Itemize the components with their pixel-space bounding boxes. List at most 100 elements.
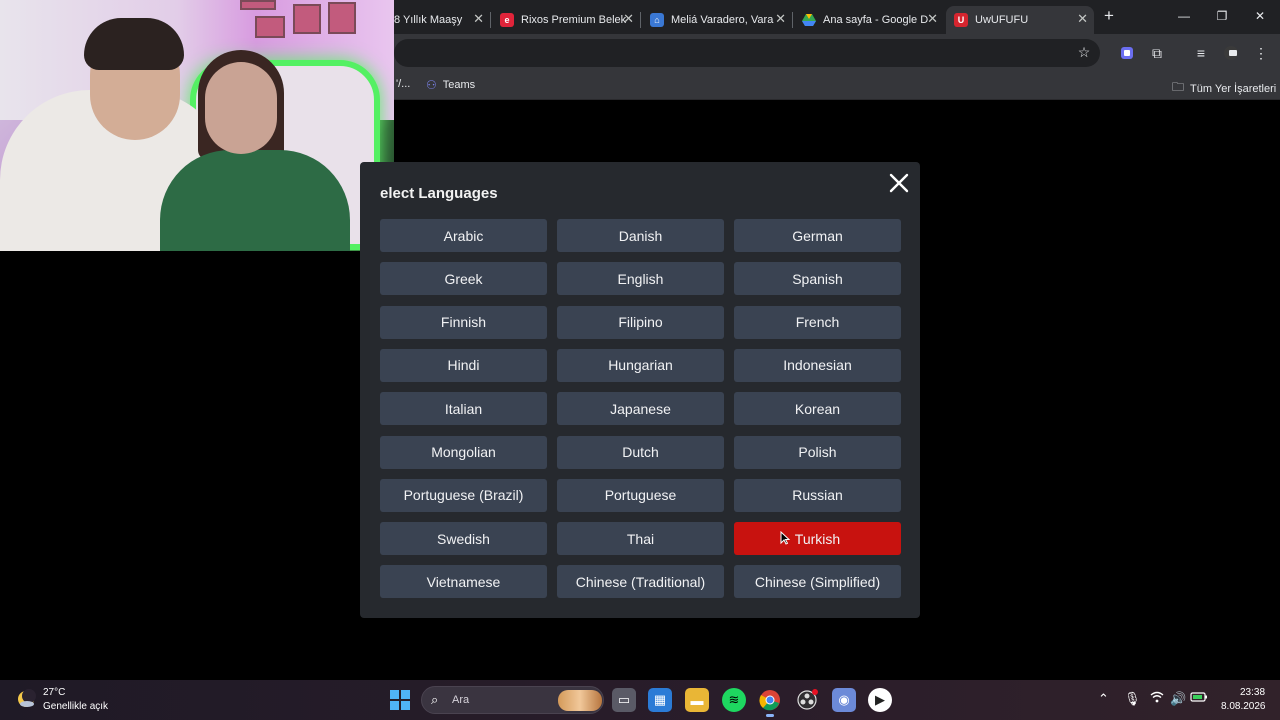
language-button-turkish[interactable]: Turkish (734, 522, 901, 556)
close-window-icon[interactable]: ✕ (1250, 6, 1270, 26)
select-languages-modal: elect Languages Arabic Danish German Greek E… (360, 162, 920, 618)
tab-5-active[interactable]: U UwUFUFU ✕ (946, 6, 1094, 34)
chrome-icon[interactable] (758, 688, 782, 717)
close-icon[interactable]: ✕ (473, 11, 484, 27)
language-button-italian[interactable]: Italian (380, 392, 547, 426)
weather-description: Genellikle açık (43, 701, 109, 712)
uwufufu-icon: U (954, 13, 968, 27)
close-icon[interactable]: ✕ (775, 11, 786, 27)
language-button-chinese-simplified[interactable]: Chinese (Simplified) (734, 565, 901, 599)
language-button-thai[interactable]: Thai (557, 522, 724, 556)
show-hidden-icons-chevron-icon[interactable]: ⌃ (1098, 691, 1109, 707)
wall-frame (328, 2, 356, 34)
tab-title: Rixos Premium Belek (521, 14, 627, 26)
bookmark-item[interactable]: '/... (396, 78, 410, 90)
star-icon[interactable]: ☆ (1075, 43, 1093, 61)
microphone-icon[interactable]: 🎙 (1124, 691, 1141, 707)
language-button-greek[interactable]: Greek (380, 262, 547, 296)
webcam-overlay (0, 0, 394, 251)
language-button-russian[interactable]: Russian (734, 478, 901, 512)
mouse-cursor-icon (780, 530, 791, 545)
bookmark-label: Teams (442, 79, 476, 91)
volume-icon[interactable]: 🔊 (1170, 691, 1186, 707)
language-button-hindi[interactable]: Hindi (380, 348, 547, 382)
tab-title: Ana sayfa - Google D (823, 14, 929, 26)
windows-start-icon[interactable] (390, 690, 410, 710)
tab-title: Meliá Varadero, Vara (671, 14, 774, 26)
bookmark-label: '/... (396, 78, 411, 90)
language-button-dutch[interactable]: Dutch (557, 435, 724, 469)
file-explorer-icon[interactable]: ▬ (685, 688, 709, 712)
language-button-indonesian[interactable]: Indonesian (734, 348, 901, 382)
person-left-hair (84, 18, 184, 70)
language-button-polish[interactable]: Polish (734, 435, 901, 469)
search-placeholder: Ara (452, 694, 470, 706)
restore-icon[interactable]: ❐ (1212, 6, 1232, 26)
weather-moon-icon[interactable] (16, 689, 36, 709)
language-button-vietnamese[interactable]: Vietnamese (380, 565, 547, 599)
language-button-mongolian[interactable]: Mongolian (380, 435, 547, 469)
all-bookmarks-button[interactable]: 🗀 Tüm Yer İşaretleri (1172, 78, 1276, 99)
minimize-icon[interactable]: — (1174, 6, 1194, 26)
messenger-app-icon[interactable]: ◉ (832, 688, 856, 712)
close-icon[interactable]: ✕ (1077, 11, 1088, 27)
taskbar: 27°C Genellikle açık ⌕ Ara ▭ ▦ ▬ ≋ ◉ ▶ ⌃… (0, 680, 1280, 720)
language-button-japanese[interactable]: Japanese (557, 392, 724, 426)
language-button-portuguese[interactable]: Portuguese (557, 478, 724, 512)
tab-title: UwUFUFU (975, 14, 1029, 26)
language-button-portuguese-brazil[interactable]: Portuguese (Brazil) (380, 478, 547, 512)
language-button-danish[interactable]: Danish (557, 219, 724, 252)
obs-icon[interactable] (795, 688, 819, 712)
microsoft-store-icon[interactable]: ▦ (648, 688, 672, 712)
close-icon[interactable] (888, 172, 910, 194)
search-highlight-art (558, 690, 602, 711)
tab-separator (490, 12, 491, 28)
language-button-arabic[interactable]: Arabic (380, 219, 547, 252)
spotify-icon[interactable]: ≋ (722, 688, 746, 712)
menu-kebab-icon[interactable]: ⋮ (1252, 44, 1270, 62)
media-control-icon[interactable]: ≡ (1192, 44, 1210, 62)
media-player-icon[interactable]: ▶ (868, 688, 892, 712)
tab-3[interactable]: ⌂ Meliá Varadero, Vara ✕ (642, 6, 792, 34)
teams-icon: ⚇ (426, 78, 437, 92)
taskbar-search[interactable]: ⌕ Ara (421, 686, 604, 714)
person-right-head (205, 62, 277, 154)
address-bar[interactable] (394, 39, 1100, 67)
tab-4[interactable]: Ana sayfa - Google D ✕ (794, 6, 944, 34)
new-tab-icon[interactable]: + (1100, 7, 1118, 25)
language-button-swedish[interactable]: Swedish (380, 522, 547, 556)
wall-frame (293, 4, 321, 34)
language-button-chinese-traditional[interactable]: Chinese (Traditional) (557, 565, 724, 599)
wifi-icon[interactable] (1150, 691, 1164, 706)
google-drive-icon (802, 13, 816, 27)
language-button-spanish[interactable]: Spanish (734, 262, 901, 296)
language-button-english[interactable]: English (557, 262, 724, 296)
language-button-filipino[interactable]: Filipino (557, 305, 724, 339)
rixos-icon: e (500, 13, 514, 27)
person-right-body (160, 150, 350, 251)
wall-frame (255, 16, 285, 38)
language-button-finnish[interactable]: Finnish (380, 305, 547, 339)
tab-2[interactable]: e Rixos Premium Belek ✕ (492, 6, 640, 34)
language-button-german[interactable]: German (734, 219, 901, 252)
tab-separator (640, 12, 641, 28)
close-icon[interactable]: ✕ (927, 11, 938, 27)
close-icon[interactable]: ✕ (623, 11, 634, 27)
tab-1[interactable]: 8 Yıllık Maaşy ✕ (386, 6, 490, 34)
search-icon: ⌕ (431, 692, 439, 707)
all-bookmarks-label: Tüm Yer İşaretleri (1190, 82, 1277, 95)
language-button-korean[interactable]: Korean (734, 392, 901, 426)
clock-date[interactable]: 8.08.2026 (1221, 701, 1266, 712)
language-button-hungarian[interactable]: Hungarian (557, 348, 724, 382)
extension-shield-icon[interactable] (1118, 44, 1136, 62)
profile-avatar-icon[interactable] (1222, 44, 1240, 62)
clock-time[interactable]: 23:38 (1240, 687, 1265, 698)
language-button-french[interactable]: French (734, 305, 901, 339)
battery-icon[interactable] (1190, 691, 1208, 706)
extensions-puzzle-icon[interactable]: ⧉ (1148, 44, 1166, 62)
task-view-icon[interactable]: ▭ (612, 688, 636, 712)
weather-temperature: 27°C (43, 687, 66, 698)
bookmark-teams[interactable]: ⚇ Teams (426, 78, 475, 92)
folder-icon: 🗀 (1172, 80, 1185, 94)
screen: 8 Yıllık Maaşy ✕ e Rixos Premium Belek ✕… (0, 0, 1280, 720)
